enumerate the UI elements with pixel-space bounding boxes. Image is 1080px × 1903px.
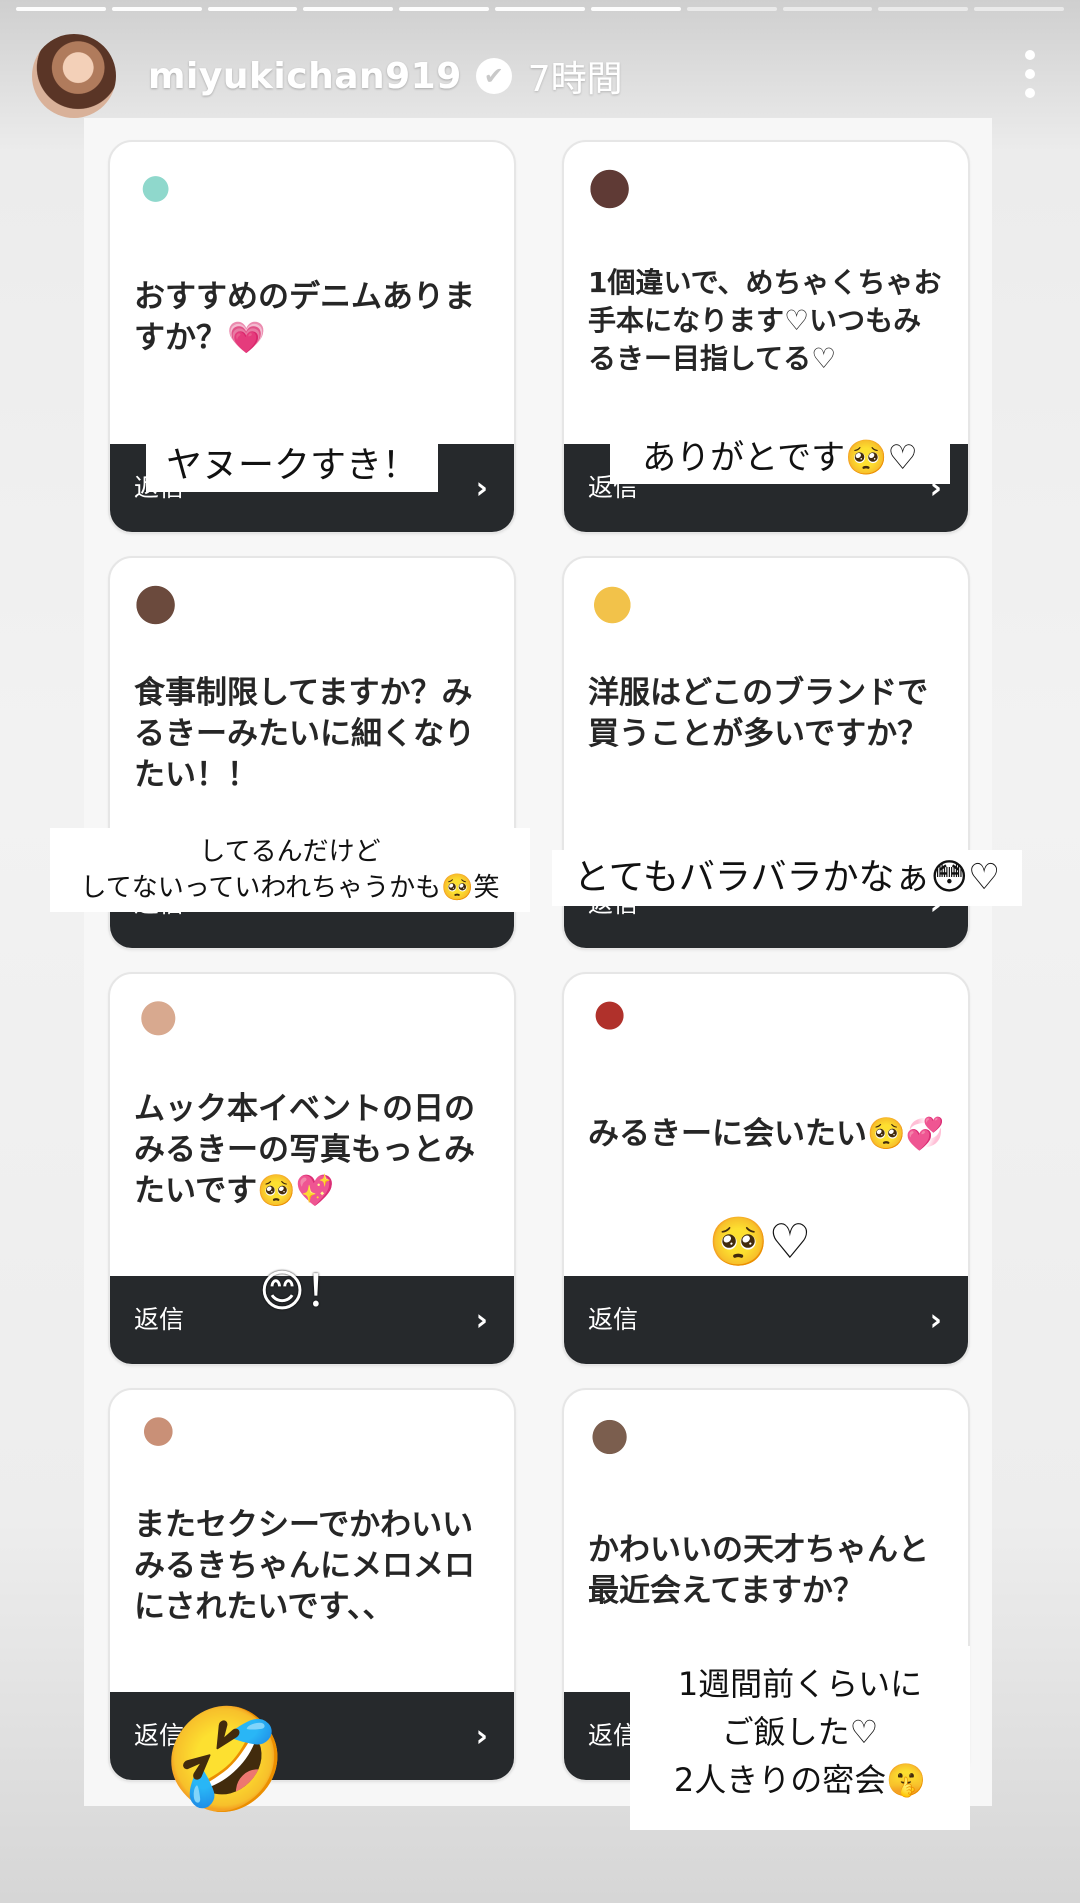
answer-sticker: 1週間前くらいに ご飯した♡ 2人きりの密会🤫 (630, 1646, 970, 1830)
answer-line: 2人きりの密会🤫 (673, 1761, 927, 1799)
asker-avatar-icon (134, 994, 188, 1048)
question-card: みるきーに会いたい🥺💞 返信 › (562, 972, 970, 1366)
question-text: 洋服はどこのブランドで買うことが多いですか？ (588, 675, 929, 752)
answer-sticker: 🥺♡ (708, 1214, 812, 1270)
reply-bar[interactable]: 返信 › (564, 1276, 968, 1364)
question-text: おすすめのデニムありますか？💗 (134, 279, 475, 356)
answer-line: してるんだけど (199, 837, 381, 867)
verified-check-icon: ✔ (475, 58, 512, 94)
asker-avatar-icon (588, 578, 642, 632)
username[interactable]: miyukichan919 (148, 56, 462, 97)
progress-segment (303, 7, 394, 11)
progress-segment (590, 7, 681, 11)
progress-segment (399, 7, 490, 11)
asker-avatar-icon (134, 1410, 188, 1464)
story-progress-bar (16, 7, 1064, 11)
answer-line: 1週間前くらいに (677, 1665, 923, 1703)
question-text: 食事制限してますか？みるきーみたいに細くなりたい！！ (134, 675, 475, 793)
asker-avatar-icon (588, 994, 642, 1048)
chevron-right-icon: › (475, 1719, 488, 1754)
answer-sticker: 🤣 (162, 1701, 288, 1818)
progress-segment (782, 7, 873, 11)
progress-segment (686, 7, 777, 11)
progress-segment (207, 7, 298, 11)
answer-sticker: ありがとです🥺♡ (610, 432, 950, 484)
progress-segment (111, 7, 202, 11)
progress-segment (974, 7, 1064, 11)
chevron-right-icon: › (929, 1303, 942, 1338)
answer-line: してないっていわれちゃうかも🥺笑 (80, 873, 500, 903)
answer-sticker: ヤヌークすき！ (146, 440, 438, 492)
asker-avatar-icon (134, 578, 188, 632)
avatar[interactable] (32, 34, 116, 118)
asker-avatar-icon (588, 162, 642, 216)
story-header: miyukichan919 ✔ 7時間 (32, 34, 1060, 118)
question-text: ムック本イベントの日のみるきーの写真もっとみたいです🥺💖 (134, 1091, 475, 1209)
reply-label: 返信 (588, 1305, 639, 1334)
progress-segment (878, 7, 969, 11)
progress-segment (495, 7, 585, 11)
chevron-right-icon: › (475, 1303, 488, 1338)
question-text: みるきーに会いたい🥺💞 (588, 1116, 945, 1152)
chevron-right-icon: › (475, 471, 488, 506)
answer-sticker: とてもバラバラかなぁ😳♡ (552, 850, 1022, 906)
asker-avatar-icon (134, 162, 188, 216)
progress-segment (16, 7, 106, 11)
asker-avatar-icon (588, 1410, 642, 1464)
answer-line: ご飯した♡ (721, 1713, 879, 1751)
question-text: かわいいの天才ちゃんと最近会えてますか？ (588, 1532, 929, 1609)
answer-sticker: 😊！ (259, 1266, 349, 1317)
reply-label: 返信 (134, 1305, 185, 1334)
question-text: またセクシーでかわいいみるきちゃんにメロメロにされたいです、、 (134, 1507, 475, 1625)
post-time: 7時間 (527, 59, 623, 100)
answer-sticker: してるんだけど してないっていわれちゃうかも🥺笑 (50, 828, 530, 912)
more-vertical-icon[interactable] (1020, 50, 1040, 98)
question-text: 1個違いで、めちゃくちゃお手本になります♡いつもみるきー目指してる♡ (588, 266, 942, 375)
